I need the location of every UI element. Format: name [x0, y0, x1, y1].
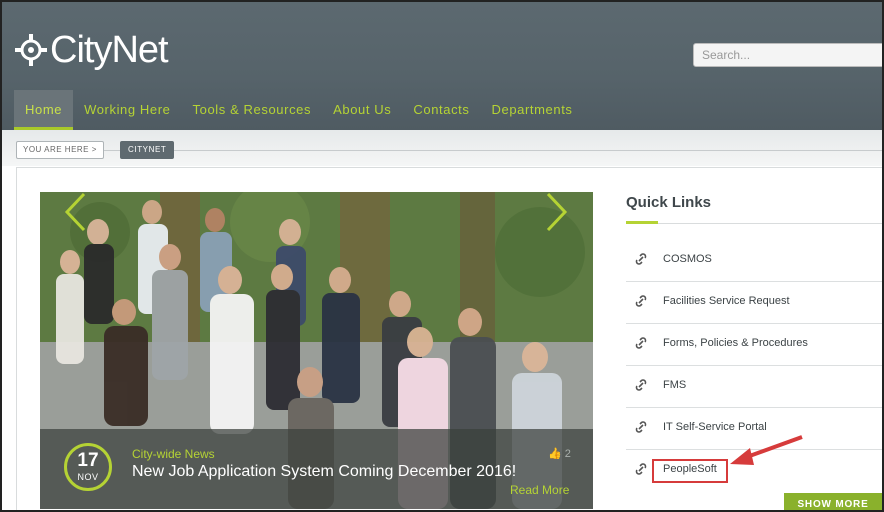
nav-contacts-label: Contacts [413, 102, 470, 117]
logo-text: CityNet [50, 29, 169, 71]
quick-links-title: Quick Links [626, 194, 712, 211]
likes-count: 2 [564, 448, 571, 460]
citynet-logo-icon [14, 33, 48, 67]
site-header: CityNet Search... Home Working Here Tool… [2, 2, 882, 136]
nav-home-label: Home [25, 102, 63, 117]
quick-link-cosmos[interactable]: COSMOS [626, 240, 882, 282]
nav-about-us-label: About Us [333, 102, 392, 117]
nav-tools-resources-label: Tools & Resources [192, 102, 312, 117]
quick-link-label: Facilities Service Request [663, 295, 790, 307]
quick-link-label: FMS [663, 379, 687, 391]
quick-link-fms[interactable]: FMS [626, 366, 882, 408]
link-icon [635, 295, 647, 307]
main-nav: Home Working Here Tools & Resources Abou… [14, 90, 584, 136]
slide-likes: 👍 2 [548, 447, 571, 460]
nav-about-us[interactable]: About Us [322, 90, 402, 130]
search-placeholder: Search... [702, 48, 751, 62]
quick-link-label: COSMOS [663, 253, 712, 265]
quick-link-label: Forms, Policies & Procedures [663, 337, 808, 349]
annotation-arrow-icon [730, 435, 803, 465]
nav-tools-resources[interactable]: Tools & Resources [182, 90, 323, 130]
nav-working-here-label: Working Here [84, 102, 171, 117]
search-input[interactable]: Search... [693, 43, 882, 67]
link-icon [635, 463, 647, 475]
slider-prev-icon[interactable] [64, 192, 86, 232]
link-icon [635, 379, 647, 391]
read-more-link[interactable]: Read More [510, 483, 569, 497]
slide-category[interactable]: City-wide News [132, 447, 215, 461]
nav-departments-label: Departments [491, 102, 573, 117]
date-month: NOV [77, 472, 99, 482]
news-slider[interactable]: 17 NOV City-wide News New Job Applicatio… [40, 192, 593, 509]
thumbs-up-icon: 👍 [548, 448, 562, 460]
breadcrumb-current[interactable]: CITYNET [120, 141, 175, 159]
quick-link-facilities[interactable]: Facilities Service Request [626, 282, 882, 324]
peoplesoft-highlight-box [652, 459, 728, 483]
slide-caption: 17 NOV City-wide News New Job Applicatio… [40, 429, 593, 509]
citynet-logo[interactable]: CityNet [14, 29, 169, 71]
date-badge: 17 NOV [64, 443, 112, 491]
show-more-button[interactable]: SHOW MORE [784, 493, 882, 510]
nav-home[interactable]: Home [14, 90, 74, 136]
link-icon [635, 337, 647, 349]
date-day: 17 [77, 450, 99, 471]
link-icon [635, 421, 647, 433]
slide-title[interactable]: New Job Application System Coming Decemb… [132, 463, 516, 481]
link-icon [635, 253, 647, 265]
quick-links-underline [626, 221, 658, 224]
nav-working-here[interactable]: Working Here [73, 90, 181, 130]
nav-departments[interactable]: Departments [481, 90, 584, 130]
browser-frame: CityNet Search... Home Working Here Tool… [0, 0, 884, 512]
nav-contacts[interactable]: Contacts [402, 90, 480, 130]
quick-link-forms[interactable]: Forms, Policies & Procedures [626, 324, 882, 366]
quick-links-rule [626, 223, 882, 224]
slider-next-icon[interactable] [546, 192, 568, 232]
breadcrumb-label: YOU ARE HERE > [16, 141, 104, 159]
